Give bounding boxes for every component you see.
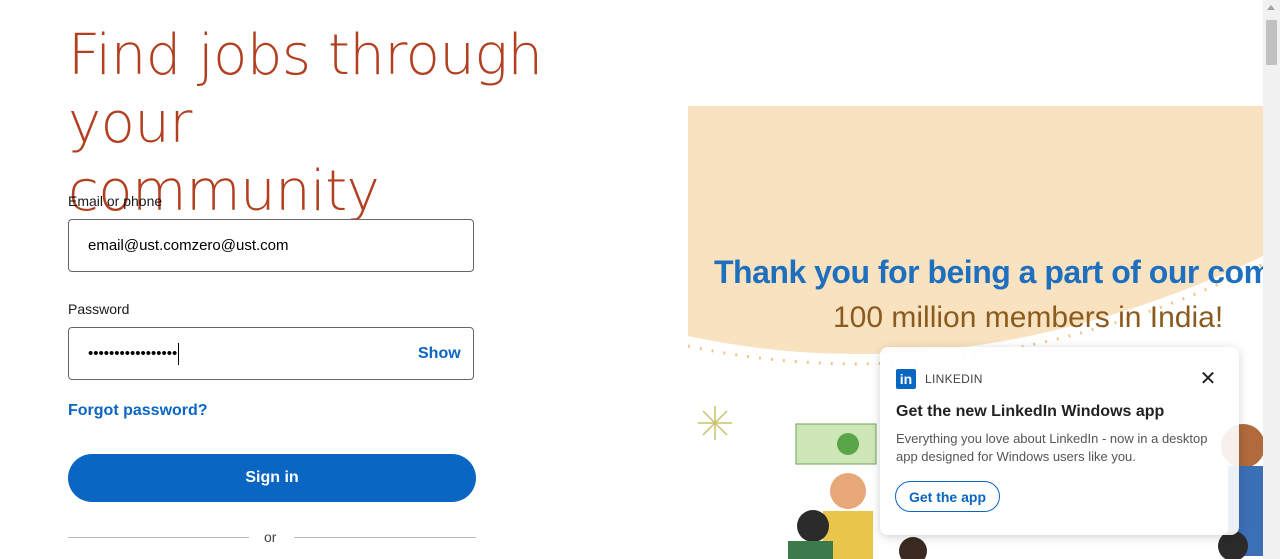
banner-sign <box>795 423 877 465</box>
scroll-thumb[interactable] <box>1266 20 1277 65</box>
forgot-password-link[interactable]: Forgot password? <box>68 402 208 420</box>
email-field[interactable]: email@ust.comzero@ust.com <box>68 219 474 272</box>
toast-title: Get the new LinkedIn Windows app <box>896 403 1165 420</box>
banner-subtitle: 100 million members in India! <box>833 301 1224 334</box>
get-app-label: Get the app <box>908 488 986 505</box>
get-app-button[interactable]: Get the app <box>895 481 1000 512</box>
password-value: ••••••••••••••••• <box>88 345 178 362</box>
toast-brand: LINKEDIN <box>925 372 983 386</box>
banner-title: Thank you for being a part of our comm <box>714 254 1263 290</box>
sparkle-icon <box>698 406 732 440</box>
scroll-up-icon[interactable] <box>1267 5 1275 10</box>
headline-line-1: Find jobs through your <box>68 23 543 156</box>
text-caret <box>178 342 180 365</box>
person-head <box>830 473 866 509</box>
divider-right <box>294 537 476 538</box>
divider-left <box>68 537 249 538</box>
sign-in-label: Sign in <box>245 469 299 486</box>
email-label: Email or phone <box>68 193 163 209</box>
toast-body: Everything you love about LinkedIn - now… <box>896 431 1208 464</box>
or-divider-text: or <box>264 529 277 545</box>
show-password-button[interactable]: Show <box>418 345 461 363</box>
email-value: email@ust.comzero@ust.com <box>88 237 289 254</box>
sign-in-button[interactable]: Sign in <box>68 454 476 502</box>
password-label: Password <box>68 301 130 317</box>
person-head <box>797 510 829 542</box>
headline-line-2: community <box>68 159 380 224</box>
close-icon[interactable]: ✕ <box>1198 369 1218 389</box>
person-body <box>788 541 833 559</box>
password-field[interactable]: ••••••••••••••••• <box>68 327 474 380</box>
page-scrollbar[interactable] <box>1263 0 1280 559</box>
linkedin-logo-icon: in <box>896 369 916 389</box>
clap-icon <box>837 433 859 455</box>
app-promo-toast: in LINKEDIN ✕ Get the new LinkedIn Windo… <box>880 347 1239 535</box>
